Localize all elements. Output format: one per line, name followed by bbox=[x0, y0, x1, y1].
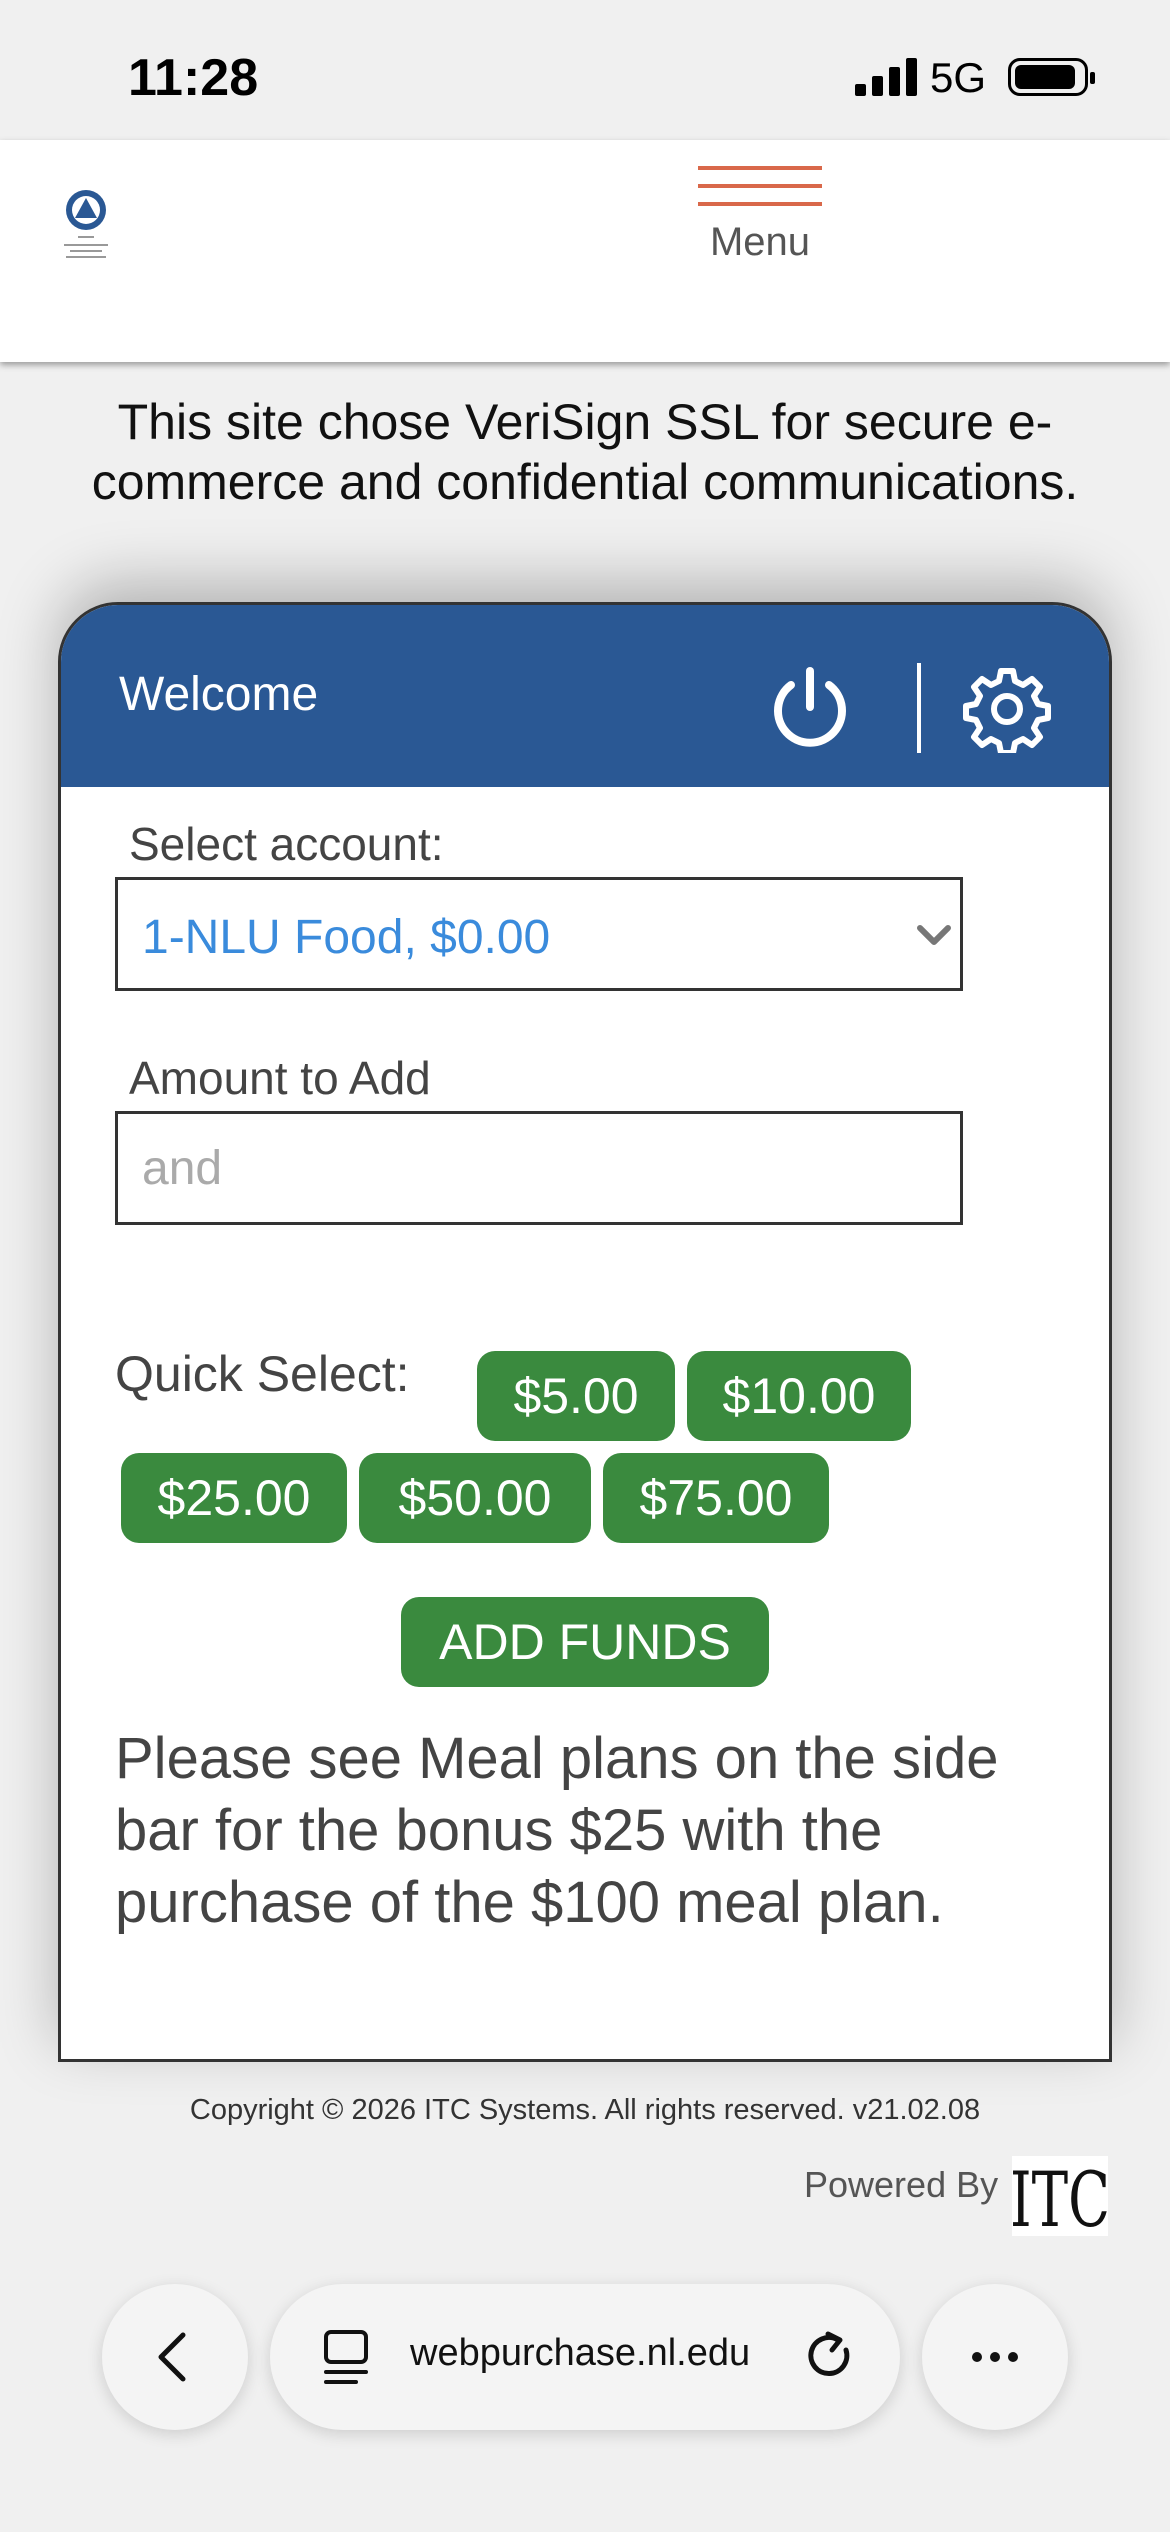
quick-amount-75-button[interactable]: $75.00 bbox=[603, 1453, 829, 1543]
quick-select-label: Quick Select: bbox=[115, 1346, 410, 1402]
reload-icon[interactable] bbox=[800, 2326, 860, 2386]
cellular-signal-icon bbox=[855, 58, 917, 96]
menu-label: Menu bbox=[709, 220, 811, 264]
meal-plan-note: Please see Meal plans on the side bar fo… bbox=[115, 1726, 999, 1935]
amount-label: Amount to Add bbox=[129, 1052, 431, 1104]
account-select[interactable]: 1-NLU Food, $0.00 bbox=[115, 877, 963, 991]
select-account-label: Select account: bbox=[129, 818, 444, 870]
back-button[interactable] bbox=[102, 2284, 248, 2430]
card-header: Welcome bbox=[61, 605, 1109, 787]
status-bar: 11:28 5G bbox=[0, 0, 1170, 140]
university-logo-icon[interactable] bbox=[56, 188, 116, 268]
chevron-down-icon bbox=[917, 925, 951, 945]
quick-amount-10-button[interactable]: $10.00 bbox=[687, 1351, 911, 1441]
quick-amount-50-button[interactable]: $50.00 bbox=[359, 1453, 591, 1543]
status-time: 11:28 bbox=[128, 49, 259, 107]
itc-logo[interactable]: ITC bbox=[1012, 2156, 1108, 2236]
header-divider bbox=[917, 663, 921, 753]
battery-icon bbox=[1008, 58, 1095, 96]
secure-notice: This site chose VeriSign SSL for secure … bbox=[91, 394, 1079, 510]
add-funds-card: Welcome Select account: 1-NLU Food, $0.0… bbox=[58, 602, 1112, 2062]
quick-amount-25-button[interactable]: $25.00 bbox=[121, 1453, 347, 1543]
svg-text:ITC: ITC bbox=[1012, 2156, 1108, 2236]
site-header: Menu bbox=[0, 140, 1170, 362]
address-bar[interactable]: webpurchase.nl.edu bbox=[270, 2284, 900, 2430]
chevron-left-icon bbox=[158, 2332, 186, 2382]
add-funds-button[interactable]: ADD FUNDS bbox=[401, 1597, 769, 1687]
network-type: 5G bbox=[930, 54, 987, 101]
amount-input[interactable] bbox=[115, 1111, 963, 1225]
welcome-text: Welcome bbox=[119, 668, 319, 721]
powered-by-text: Powered By bbox=[804, 2164, 999, 2205]
copyright-text: Copyright © 2026 ITC Systems. All rights… bbox=[189, 2094, 981, 2126]
tab-icon bbox=[324, 2330, 368, 2384]
quick-amount-5-button[interactable]: $5.00 bbox=[477, 1351, 675, 1441]
more-options-button[interactable] bbox=[922, 2284, 1068, 2430]
url-text: webpurchase.nl.edu bbox=[410, 2332, 751, 2374]
hamburger-icon bbox=[698, 166, 822, 206]
selected-account-value: 1-NLU Food, $0.00 bbox=[142, 911, 551, 964]
more-dots-icon bbox=[972, 2352, 1018, 2362]
menu-button[interactable]: Menu bbox=[690, 166, 830, 265]
power-icon[interactable] bbox=[767, 665, 853, 751]
gear-icon[interactable] bbox=[963, 665, 1051, 753]
